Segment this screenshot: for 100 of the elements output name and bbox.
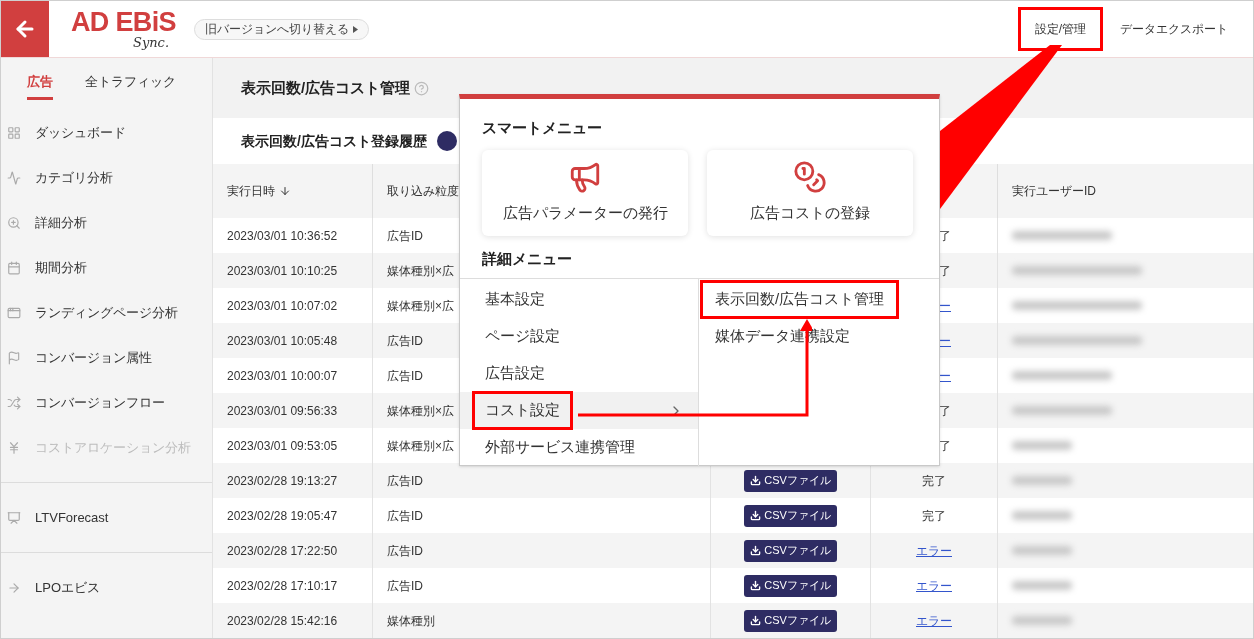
yen-icon [7, 440, 21, 455]
error-link[interactable]: エラー [916, 541, 952, 560]
smart-menu-card[interactable]: 広告コストの登録 [707, 149, 913, 236]
caret-icon [352, 25, 358, 33]
status-text: 了 [939, 402, 951, 420]
table-cell-text: 2023/03/01 10:00:07 [227, 367, 338, 385]
csv-download-button[interactable]: CSVファイル [744, 539, 837, 562]
blurred-text [1012, 581, 1072, 590]
blurred-text [1012, 476, 1072, 485]
status-text: 完了 [922, 507, 946, 525]
smart-menu-card[interactable]: 広告パラメーターの発行 [482, 149, 688, 236]
table-cell-text: 2023/02/28 15:42:16 [227, 612, 338, 630]
page-title: 表示回数/広告コスト管理 [241, 77, 411, 98]
sidebar-item[interactable]: LTVForecast [1, 495, 212, 540]
table-cell-text: 媒体種別×広 [387, 437, 454, 455]
menu-item[interactable]: 基本設定 [460, 281, 698, 318]
download-icon [750, 510, 762, 521]
table-cell-text: 媒体種別 [387, 612, 435, 630]
status-text: 了 [939, 227, 951, 245]
table-cell-text: 広告ID [387, 332, 423, 350]
table-cell-text: 媒体種別×広 [387, 402, 454, 420]
version-switch-button[interactable]: 旧バージョンへ切り替える [193, 18, 369, 40]
nav-link[interactable]: データエクスポート [1103, 7, 1245, 51]
table-cell-text: 広告ID [387, 367, 423, 385]
sidebar-tab[interactable]: 広告 [27, 71, 53, 100]
menu-item[interactable]: 広告設定 [460, 355, 698, 392]
menu-item-label: 広告設定 [484, 363, 546, 384]
menu-heading: 詳細メニュー [481, 248, 573, 269]
blurred-text [1012, 546, 1072, 555]
sidebar-item[interactable]: コンバージョン属性 [1, 335, 212, 380]
status-text: 了 [939, 262, 951, 280]
blurred-text [1012, 511, 1072, 520]
table-cell-text: 媒体種別×広 [387, 297, 454, 315]
error-link[interactable]: ー [939, 296, 951, 315]
sidebar-item[interactable]: ランディングページ分析 [1, 290, 212, 335]
help-icon [414, 80, 430, 96]
flag-icon [7, 350, 21, 365]
download-icon [750, 475, 762, 486]
table-cell-text: 2023/02/28 17:22:50 [227, 542, 338, 560]
table-cell-text: 広告ID [387, 507, 423, 525]
column-header[interactable]: 実行ユーザーID [998, 164, 1253, 218]
submenu-item[interactable]: 表示回数/広告コスト管理 [700, 280, 900, 319]
window-icon [7, 305, 21, 320]
nav-link[interactable]: 設定/管理 [1017, 7, 1103, 51]
menu-item[interactable]: 外部サービス連携管理 [460, 429, 698, 466]
download-icon [750, 615, 762, 626]
grid-icon [7, 125, 21, 140]
error-link[interactable]: ー [939, 366, 951, 385]
calendar-icon [7, 260, 21, 275]
menu-item[interactable]: ページ設定 [460, 318, 698, 355]
table-cell-text: 2023/02/28 19:05:47 [227, 507, 338, 525]
csv-download-button[interactable]: CSVファイル [744, 609, 837, 632]
table-cell-text: 広告ID [387, 577, 423, 595]
sidebar-item[interactable]: 詳細分析 [1, 200, 212, 245]
sidebar-item[interactable]: ダッシュボード [1, 110, 212, 155]
table-cell-text: 2023/02/28 17:10:17 [227, 577, 338, 595]
sidebar-item[interactable]: LPOエビス [1, 565, 212, 610]
menu-heading: スマートメニュー [481, 118, 603, 138]
table-cell-text: 2023/03/01 10:10:25 [227, 262, 338, 280]
table-cell-text: 広告ID [387, 227, 423, 245]
menu-item-label: 基本設定 [484, 289, 546, 310]
blurred-text [1012, 441, 1072, 450]
download-icon [750, 580, 762, 591]
sidebar-tab[interactable]: 全トラフィック [85, 71, 176, 100]
error-link[interactable]: エラー [916, 576, 952, 595]
table-cell-text: 広告ID [387, 542, 423, 560]
error-link[interactable]: エラー [916, 611, 952, 630]
sidebar-item[interactable]: カテゴリ分析 [1, 155, 212, 200]
table-cell-text: 媒体種別×広 [387, 262, 454, 280]
table-cell-text: 2023/02/28 19:13:27 [227, 472, 338, 490]
logo: AD EBiS [71, 9, 176, 36]
pulse-icon [7, 170, 21, 185]
sort-arrow-icon [279, 185, 291, 197]
sidebar-item[interactable]: コンバージョンフロー [1, 380, 212, 425]
blurred-text [1012, 616, 1072, 625]
section-title: 表示回数/広告コスト登録履歴 [241, 131, 427, 151]
table-cell-text: 2023/03/01 09:53:05 [227, 437, 338, 455]
menu-item-label: コスト設定 [472, 391, 573, 430]
zoom-icon [7, 215, 21, 230]
csv-download-button[interactable]: CSVファイル [744, 469, 837, 492]
megaphone-icon [568, 160, 602, 195]
menu-item[interactable]: コスト設定 [460, 392, 698, 429]
badge-icon [436, 131, 457, 151]
error-link[interactable]: ー [939, 331, 951, 350]
back-button[interactable] [1, 1, 49, 57]
csv-download-button[interactable]: CSVファイル [744, 504, 837, 527]
shuffle-icon [7, 395, 21, 410]
table-cell-text: 2023/03/01 10:07:02 [227, 297, 338, 315]
logo-subtitle: Sync. [133, 36, 171, 49]
table-cell-text: 2023/03/01 09:56:33 [227, 402, 338, 420]
download-icon [750, 545, 762, 556]
table-cell-text: 広告ID [387, 472, 423, 490]
menu-item-label: ページ設定 [484, 326, 561, 347]
sidebar-item[interactable]: 期間分析 [1, 245, 212, 290]
csv-download-button[interactable]: CSVファイル [744, 574, 837, 597]
table-cell-text: 2023/03/01 10:05:48 [227, 332, 338, 350]
status-text: 了 [939, 437, 951, 455]
menu-item-label: 外部サービス連携管理 [484, 437, 636, 458]
table-cell-text: 2023/03/01 10:36:52 [227, 227, 338, 245]
status-text: 完了 [922, 472, 946, 490]
